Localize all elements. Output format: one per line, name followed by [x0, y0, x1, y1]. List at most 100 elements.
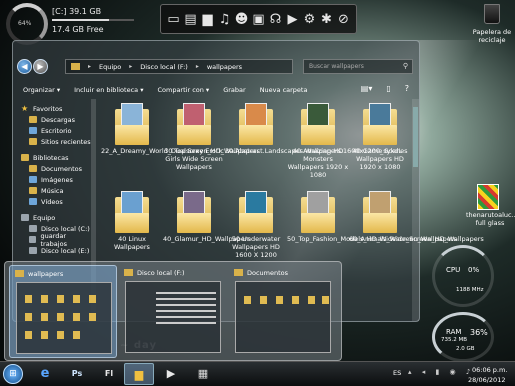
ram-label: RAM [446, 328, 462, 336]
folder-item[interactable]: 50_Top_Fashion_Models_HD_Widescreen_Wall… [287, 191, 457, 243]
folder-item[interactable]: 40_Glamur_HD_Wallpapers [163, 191, 251, 243]
folder-icon [115, 103, 149, 145]
sidebar-item-videos[interactable]: Vídeos [13, 196, 91, 207]
folder-icon [239, 103, 273, 145]
folder-item[interactable]: 30.Abstract.Landscapes.Wallpapers.1600x1… [225, 103, 402, 155]
sidebar-item-equipo[interactable]: Equipo [13, 212, 91, 223]
sidebar-item-musica[interactable]: Música [13, 185, 91, 196]
document-icon[interactable]: ▤ [183, 12, 198, 27]
recycle-bin-label[interactable]: Papelera de reciclaje [470, 28, 514, 44]
cpu-value: 0% [468, 266, 480, 274]
user-icon[interactable]: ☻ [234, 12, 249, 27]
drive-gauge-percent: 64% [18, 20, 32, 27]
folder-item[interactable]: 60_Animals_Wide_Screen_HD_Wallpapers [349, 191, 484, 243]
thumbnail-wallpapers[interactable]: wallpapers [9, 265, 117, 358]
organize-button[interactable]: Organizar ▾ [23, 86, 60, 94]
gear-icon[interactable]: ⚙ [302, 12, 317, 27]
sidebar-item-disco-e[interactable]: Disco local (E:) [13, 245, 91, 256]
internet-explorer-icon[interactable]: e [30, 363, 60, 385]
folder-item[interactable]: 50 Underwater Wallpapers HD 1600 X 1200 [225, 191, 287, 259]
music-icon [29, 187, 37, 194]
sidebar-item-bibliotecas[interactable]: Bibliotecas [13, 152, 91, 163]
folder-name: 40 Amazing HD Monsters Wallpapers 1920 x… [287, 147, 349, 179]
folder-icon [239, 191, 273, 233]
folder-name: 22_A_Dreamy_World_Dualscreen_HD_Wallpape… [101, 147, 260, 155]
search-icon[interactable]: ⚲ [403, 62, 408, 70]
burn-button[interactable]: Grabar [223, 86, 245, 94]
folder-item[interactable]: 40 Linux Wallpapers [101, 191, 163, 251]
address-row: ◀ ▶ ▸ Equipo ▸ Disco local (F:) ▸ wallpa… [13, 56, 419, 78]
search-icon[interactable]: ⊘ [336, 12, 351, 27]
launcher-dock: ▭ ▤ ▆ ♫ ☻ ▣ ☊ ▶ ⚙ ✱ ⊘ [160, 4, 357, 34]
file-list-scrollbar[interactable] [412, 99, 419, 321]
sidebar-item-documentos[interactable]: Documentos [13, 163, 91, 174]
video-icon [29, 198, 37, 205]
drive-usage-bar [52, 19, 134, 21]
cpu-gauge-ring [432, 245, 494, 307]
breadcrumb-wallpapers[interactable]: wallpapers [207, 63, 242, 71]
music-icon[interactable]: ♫ [217, 12, 232, 27]
start-button[interactable]: ⊞ [3, 364, 23, 384]
monitor-icon[interactable]: ▭ [166, 12, 181, 27]
media-player-icon[interactable]: ▶ [156, 363, 186, 385]
drive-icon [29, 247, 37, 254]
clock-time[interactable]: 06:06 p.m. [472, 366, 507, 374]
breadcrumb-equipo[interactable]: Equipo [99, 63, 121, 71]
media-center-icon[interactable]: ▦ [188, 363, 218, 385]
breadcrumb-disco[interactable]: Disco local (F:) [140, 63, 188, 71]
video-icon[interactable]: ▶ [285, 12, 300, 27]
ram-used: 735.2 MB [441, 337, 468, 343]
cpu-frequency: 1188 MHz [456, 287, 484, 293]
headphones-icon[interactable]: ☊ [268, 12, 283, 27]
folder-item[interactable]: 40 Game Scenes Wallpapers HD 1920 x 1080 [349, 103, 411, 171]
shortcut-label[interactable]: thenarutoaluc... full glass [466, 211, 515, 227]
help-icon[interactable]: ? [405, 84, 409, 93]
folder-item[interactable]: 30 Top Sexy Erotic Girls Wide Screen Wal… [163, 103, 225, 171]
ram-value: 36% [470, 328, 488, 337]
recycle-bin-icon[interactable] [477, 4, 507, 24]
search-input[interactable]: Buscar wallpapers ⚲ [303, 59, 413, 74]
sidebar-item-sitios-recientes[interactable]: Sitios recientes [13, 136, 91, 147]
document-icon [29, 165, 37, 172]
background-watermark: ~ day [120, 340, 157, 351]
forward-button[interactable]: ▶ [33, 59, 48, 74]
rar-archive-icon[interactable] [477, 184, 499, 210]
image-icon[interactable]: ▣ [251, 12, 266, 27]
folder-icon [301, 191, 335, 233]
folder-name: 40_Glamur_HD_Wallpapers [163, 235, 251, 243]
sidebar-item-imagenes[interactable]: Imágenes [13, 174, 91, 185]
clock-date[interactable]: 28/06/2012 [468, 376, 505, 384]
folder-icon [71, 63, 80, 70]
view-options-icon[interactable]: ▤▾ [361, 84, 373, 93]
search-placeholder: Buscar wallpapers [309, 63, 364, 70]
include-library-button[interactable]: Incluir en biblioteca ▾ [74, 86, 143, 94]
flash-icon[interactable]: Fl [94, 363, 124, 385]
explorer-taskbar-button[interactable]: ▆ [124, 363, 154, 385]
sidebar-item-favoritos[interactable]: ★ Favoritos [13, 103, 91, 114]
network-icon[interactable]: ✱ [319, 12, 334, 27]
folder-icon [177, 191, 211, 233]
drive-icon [29, 225, 37, 232]
language-indicator[interactable]: ES [393, 369, 401, 377]
desktop-icon [29, 127, 37, 134]
back-button[interactable]: ◀ [17, 59, 32, 74]
photoshop-icon[interactable]: Ps [62, 363, 92, 385]
taskbar-thumbnail-flyout: wallpapers Disco local (F:) Documentos [4, 261, 342, 361]
sidebar-item-guardar-trabajos[interactable]: guardar trabajos [13, 232, 91, 248]
address-bar[interactable]: ▸ Equipo ▸ Disco local (F:) ▸ wallpapers [65, 59, 293, 74]
preview-pane-icon[interactable]: ▯ [386, 84, 390, 93]
system-tray[interactable]: ▴ ◂ ▮ ◉ ♪ [408, 368, 474, 376]
folder-icon[interactable]: ▆ [200, 12, 215, 27]
folder-item[interactable]: 40 Amazing HD Monsters Wallpapers 1920 x… [287, 103, 349, 179]
thumbnail-documentos[interactable]: Documentos [229, 265, 337, 358]
star-icon: ★ [21, 104, 29, 113]
share-with-button[interactable]: Compartir con ▾ [157, 86, 209, 94]
folder-item[interactable]: 22_A_Dreamy_World_Dualscreen_HD_Wallpape… [101, 103, 260, 155]
folder-icon [301, 103, 335, 145]
new-folder-button[interactable]: Nueva carpeta [260, 86, 308, 94]
sidebar-item-descargas[interactable]: Descargas [13, 114, 91, 125]
ram-total: 2.0 GB [456, 346, 475, 352]
folder-name: 40 Game Scenes Wallpapers HD 1920 x 1080 [352, 147, 408, 171]
sidebar-item-escritorio[interactable]: Escritorio [13, 125, 91, 136]
thumbnail-preview [16, 282, 112, 354]
